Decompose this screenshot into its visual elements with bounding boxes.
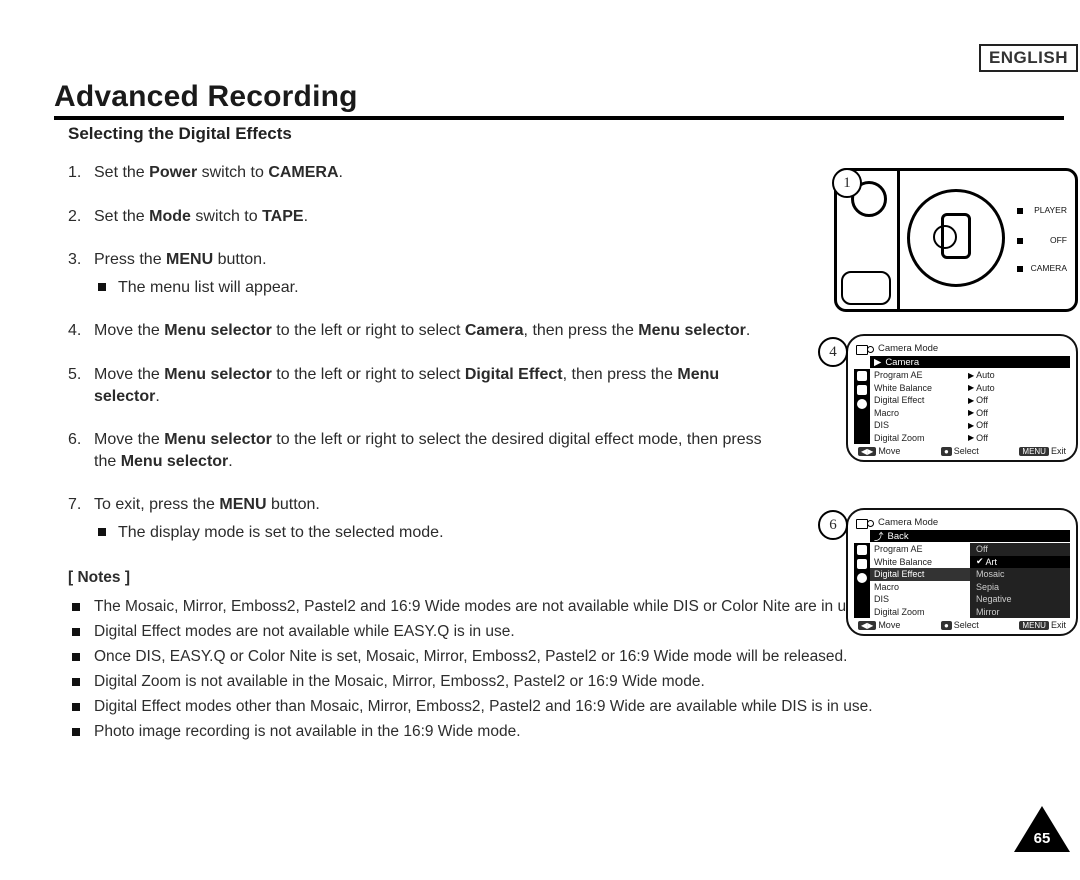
menu-row: Digital Zoom▶Off [870,432,1070,445]
menu-row: Digital Zoom [870,606,970,619]
callout-badge-1: 1 [832,168,862,198]
page-number: 65 [1014,830,1070,847]
menu-row: Macro▶Off [870,407,1070,420]
submenu-item: Negative [970,593,1070,606]
step-text: Press the MENU button. The menu list wil… [94,249,828,298]
submenu-item-selected: ✔Art [970,556,1070,569]
bullet-icon [98,528,106,536]
step-number: 1. [68,162,94,184]
sidebar-settings-icon [857,399,867,409]
note-text: The Mosaic, Mirror, Emboss2, Pastel2 and… [94,597,867,618]
menu-panel-4: Camera Mode ▶ Camera Program AE▶Auto Whi… [846,334,1078,462]
menu-row: Macro [870,581,970,594]
menu-row: Program AE▶Auto [870,369,1070,382]
menu-row: DIS [870,593,970,606]
step-3: 3. Press the MENU button. The menu list … [68,249,828,298]
panel-title: Camera Mode [878,517,938,528]
sidebar-camera-icon [857,371,867,381]
menu-highlight-row: ▶ Camera [870,356,1070,368]
step-text: Move the Menu selector to the left or ri… [94,429,788,472]
step-number: 6. [68,429,94,472]
step-5: 5. Move the Menu selector to the left or… [68,364,768,407]
sidebar-tape-icon [857,559,867,569]
note-item: Once DIS, EASY.Q or Color Nite is set, M… [68,647,1048,668]
step-text: Move the Menu selector to the left or ri… [94,364,768,407]
submenu-item: Off [970,543,1070,556]
language-label: ENGLISH [979,44,1078,72]
note-text: Digital Effect modes other than Mosaic, … [94,697,873,718]
step-text: To exit, press the MENU button. The disp… [94,494,828,543]
panel-footer: ◀▶Move ●Select MENUExit [854,444,1070,456]
dial-label-player: PLAYER [1034,205,1067,215]
note-text: Once DIS, EASY.Q or Color Nite is set, M… [94,647,847,668]
steps-list: 1. Set the Power switch to CAMERA. 2. Se… [68,162,828,566]
submenu-item: Mirror [970,606,1070,619]
step-2: 2. Set the Mode switch to TAPE. [68,206,828,228]
dial-label-off: OFF [1050,235,1067,245]
menu-row: White Balance▶Auto [870,382,1070,395]
bullet-icon [72,728,80,736]
bullet-icon [72,653,80,661]
menu-row-selected: Digital Effect [870,568,970,581]
menu-back-row: ⤴ Back [870,530,1070,542]
title-underline [54,116,1064,120]
step-number: 4. [68,320,94,342]
sidebar-tape-icon [857,385,867,395]
step-number: 5. [68,364,94,407]
step-6: 6. Move the Menu selector to the left or… [68,429,788,472]
menu-sidebar [854,369,870,444]
menu-sidebar [854,543,870,618]
note-text: Digital Effect modes are not available w… [94,622,515,643]
bullet-icon [72,603,80,611]
step-number: 3. [68,249,94,298]
submenu-item: Sepia [970,581,1070,594]
bullet-text: The menu list will appear. [118,277,299,299]
bullet-icon [72,678,80,686]
page-title: Advanced Recording [54,80,358,114]
menu-panel-6: Camera Mode ⤴ Back Program AE White Bala… [846,508,1078,636]
power-dial-diagram: PLAYER OFF CAMERA [834,168,1078,312]
step-text: Set the Power switch to CAMERA. [94,162,828,184]
sidebar-settings-icon [857,573,867,583]
bullet-icon [98,283,106,291]
step-number: 2. [68,206,94,228]
step-text: Set the Mode switch to TAPE. [94,206,828,228]
section-title: Selecting the Digital Effects [68,124,292,144]
step-7: 7. To exit, press the MENU button. The d… [68,494,828,543]
menu-row: White Balance [870,556,970,569]
note-item: Digital Effect modes other than Mosaic, … [68,697,1048,718]
callout-badge-4: 4 [818,337,848,367]
arrow-right-icon: ▶ [874,357,881,368]
callout-badge-6: 6 [818,510,848,540]
step-4: 4. Move the Menu selector to the left or… [68,320,788,342]
submenu: Off ✔Art Mosaic Sepia Negative Mirror [970,543,1070,618]
note-item: Photo image recording is not available i… [68,722,1048,743]
step-text: Move the Menu selector to the left or ri… [94,320,788,342]
camera-icon [856,343,870,354]
camera-icon [856,517,870,528]
panel-title: Camera Mode [878,343,938,354]
submenu-item: Mosaic [970,568,1070,581]
sidebar-camera-icon [857,545,867,555]
menu-row: Program AE [870,543,970,556]
panel-footer: ◀▶Move ●Select MENUExit [854,618,1070,630]
menu-row: DIS▶Off [870,419,1070,432]
page-number-badge: 65 [1014,806,1070,856]
bullet-icon [72,703,80,711]
bullet-text: The display mode is set to the selected … [118,522,444,544]
note-text: Digital Zoom is not available in the Mos… [94,672,705,693]
dial-label-camera: CAMERA [1031,263,1067,273]
check-icon: ✔ [976,556,984,567]
bullet-icon [72,628,80,636]
step-number: 7. [68,494,94,543]
note-text: Photo image recording is not available i… [94,722,521,743]
menu-row: Digital Effect▶Off [870,394,1070,407]
step-1: 1. Set the Power switch to CAMERA. [68,162,828,184]
arrow-up-icon: ⤴ [874,529,884,543]
note-item: Digital Zoom is not available in the Mos… [68,672,1048,693]
